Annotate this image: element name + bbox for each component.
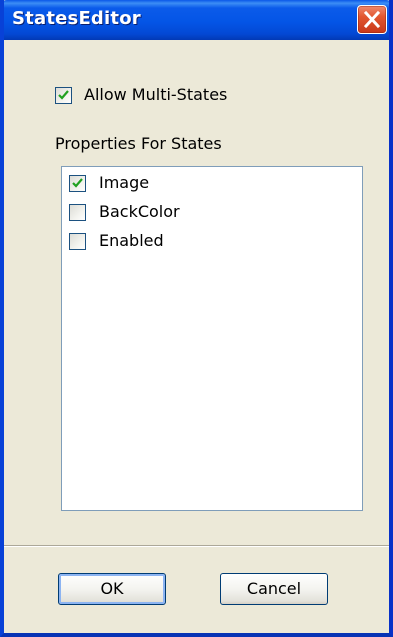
window-title: StatesEditor [12, 8, 141, 29]
states-editor-window: StatesEditor Allow Multi-States Properti… [0, 0, 393, 637]
properties-for-states-label: Properties For States [55, 134, 222, 153]
cancel-button[interactable]: Cancel [220, 573, 328, 605]
properties-checked-list[interactable]: Image BackColor Enabled [61, 166, 363, 511]
property-enabled-checkbox[interactable] [69, 233, 86, 250]
ok-button[interactable]: OK [58, 573, 166, 605]
property-backcolor-checkbox[interactable] [69, 204, 86, 221]
close-button[interactable] [357, 5, 387, 34]
checkmark-icon [58, 90, 69, 100]
list-item-label[interactable]: Enabled [99, 232, 164, 250]
title-bar[interactable]: StatesEditor [4, 0, 389, 40]
checkmark-icon [72, 178, 83, 188]
list-item-label[interactable]: Image [99, 174, 149, 192]
close-icon [363, 10, 381, 29]
property-image-checkbox[interactable] [69, 175, 86, 192]
list-item-label[interactable]: BackColor [99, 203, 180, 221]
footer-divider [4, 545, 389, 547]
allow-multi-states-checkbox[interactable] [55, 87, 72, 104]
allow-multi-states-label[interactable]: Allow Multi-States [84, 86, 227, 104]
